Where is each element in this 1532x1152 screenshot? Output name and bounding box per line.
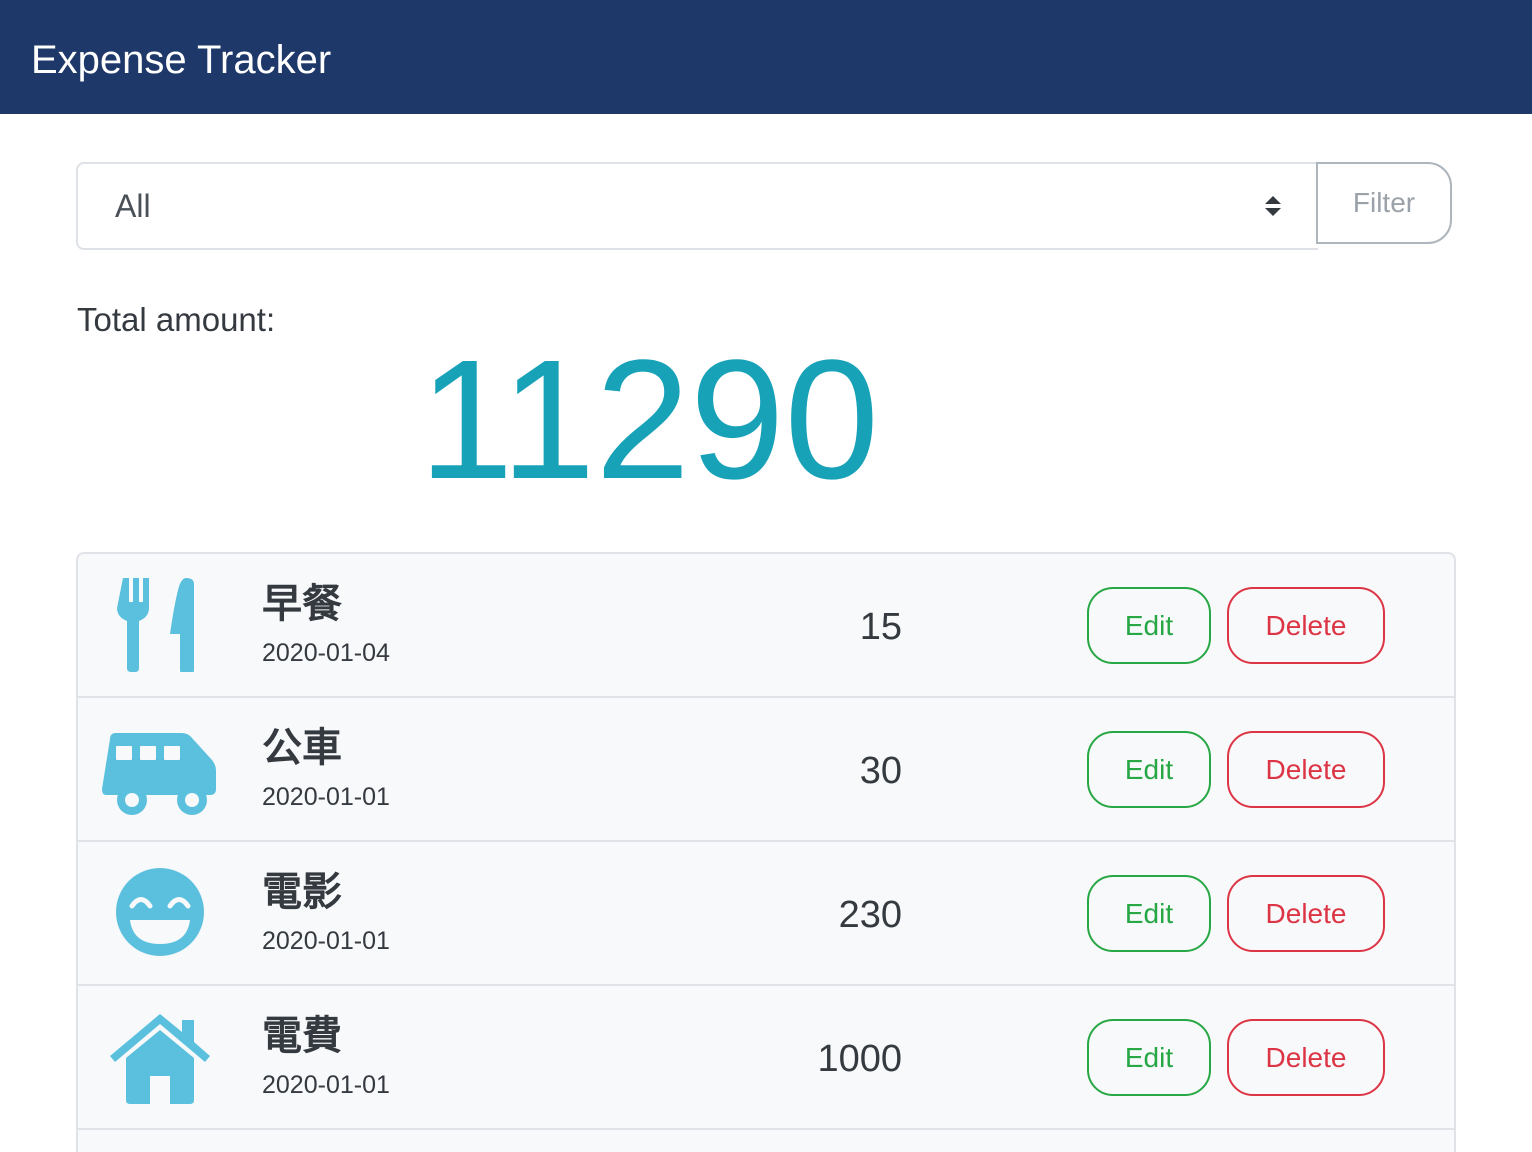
utensils-icon	[102, 576, 218, 672]
grin-beam-icon	[102, 864, 218, 960]
expense-row: 公車 2020-01-01 30 Edit Delete	[78, 698, 1454, 842]
delete-button[interactable]: Delete	[1227, 731, 1385, 808]
category-select[interactable]: All	[76, 162, 1318, 250]
edit-button[interactable]: Edit	[1087, 587, 1211, 664]
category-filter: All Filter	[76, 162, 1456, 250]
expense-row: 電影 2020-01-01 230 Edit Delete	[78, 842, 1454, 986]
expense-amount: 15	[859, 606, 902, 648]
edit-button[interactable]: Edit	[1087, 731, 1211, 808]
expense-row: 電費 2020-01-01 1000 Edit Delete	[78, 986, 1454, 1130]
expense-name: 電影	[262, 870, 342, 914]
expense-row: 早餐 2020-01-04 15 Edit Delete	[78, 554, 1454, 698]
delete-button[interactable]: Delete	[1227, 587, 1385, 664]
select-arrows-icon	[1264, 195, 1282, 217]
expense-name: 電費	[262, 1014, 342, 1058]
delete-button[interactable]: Delete	[1227, 1019, 1385, 1096]
expense-name: 早餐	[262, 582, 342, 626]
edit-button[interactable]: Edit	[1087, 1019, 1211, 1096]
expense-date: 2020-01-04	[262, 639, 390, 667]
edit-button[interactable]: Edit	[1087, 875, 1211, 952]
expense-amount: 230	[838, 894, 902, 936]
filter-button[interactable]: Filter	[1316, 162, 1452, 244]
category-select-value: All	[115, 188, 151, 224]
expense-date: 2020-01-01	[262, 927, 390, 955]
navbar: Expense Tracker	[0, 0, 1532, 114]
expense-amount: 30	[859, 750, 902, 792]
expense-list: 早餐 2020-01-04 15 Edit Delete 公車 2020-01-…	[76, 552, 1456, 1152]
expense-amount: 1000	[817, 1038, 902, 1080]
delete-button[interactable]: Delete	[1227, 875, 1385, 952]
total-amount-value: 11290	[418, 325, 880, 515]
expense-date: 2020-01-01	[262, 783, 390, 811]
shuttle-van-icon	[102, 720, 218, 816]
expense-date: 2020-01-01	[262, 1071, 390, 1099]
home-icon	[102, 1008, 218, 1104]
app-title[interactable]: Expense Tracker	[31, 34, 331, 86]
expense-name: 公車	[262, 726, 342, 770]
